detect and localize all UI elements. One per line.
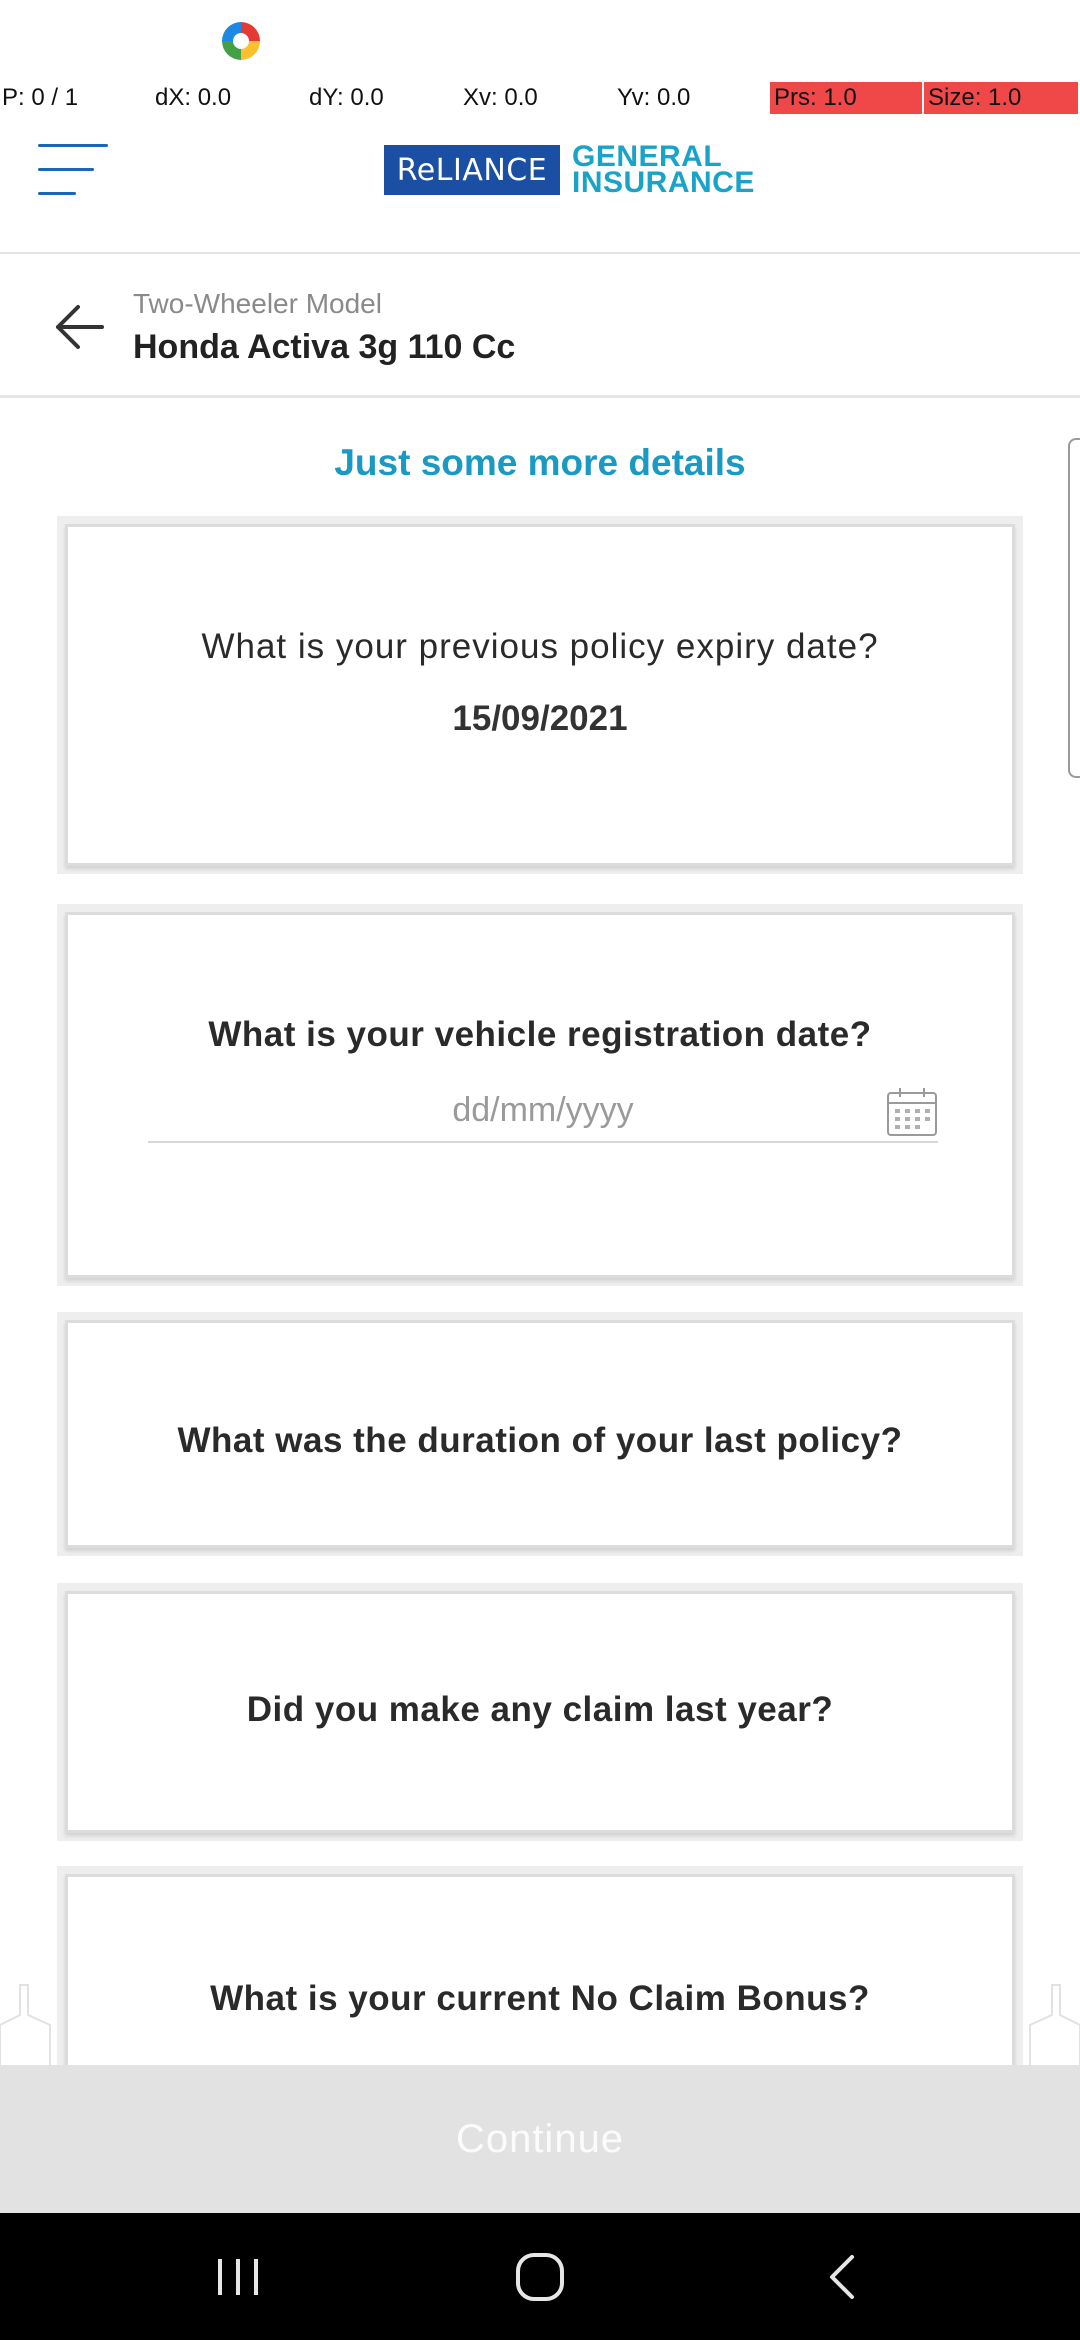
- debug-pointer: P: 0 / 1: [2, 84, 79, 111]
- reliance-logo: ReLIANCE GENERAL INSURANCE: [384, 142, 755, 198]
- logo-brand: ReLIANCE: [384, 145, 560, 195]
- recents-icon[interactable]: [138, 2213, 338, 2340]
- registration-date-input[interactable]: [148, 1081, 938, 1139]
- app-notification-icon: [222, 22, 260, 60]
- app-header: ReLIANCE GENERAL INSURANCE: [0, 120, 1080, 254]
- arrow-left-icon[interactable]: [52, 300, 106, 354]
- question-card-previous-policy-expiry[interactable]: What is your previous policy expiry date…: [57, 516, 1023, 874]
- debug-size: Size: 1.0: [924, 82, 1078, 114]
- debug-xv: Xv: 0.0: [463, 84, 538, 111]
- question-card-no-claim-bonus[interactable]: What is your current No Claim Bonus?: [57, 1866, 1023, 2065]
- calendar-icon[interactable]: [886, 1087, 938, 1137]
- hamburger-icon[interactable]: [38, 142, 110, 198]
- vehicle-model-bar: Two-Wheeler Model Honda Activa 3g 110 Cc: [0, 256, 1080, 398]
- question-text: What is your previous policy expiry date…: [201, 627, 879, 666]
- debug-dy: dY: 0.0: [309, 84, 384, 111]
- section-heading: Just some more details: [334, 442, 746, 483]
- debug-pressure: Prs: 1.0: [770, 82, 922, 114]
- question-card-claim-last-year[interactable]: Did you make any claim last year?: [57, 1583, 1023, 1841]
- question-card-last-policy-duration[interactable]: What was the duration of your last polic…: [57, 1312, 1023, 1556]
- expiry-date-value[interactable]: 15/09/2021: [68, 699, 1012, 739]
- vehicle-model-value: Honda Activa 3g 110 Cc: [133, 328, 516, 366]
- details-form[interactable]: Just some more details What is your prev…: [0, 400, 1080, 2065]
- question-text: What is your vehicle registration date?: [208, 1015, 872, 1054]
- scrollbar[interactable]: [1068, 438, 1080, 778]
- status-bar: [0, 0, 1080, 78]
- question-text: What is your current No Claim Bonus?: [210, 1979, 870, 2018]
- question-card-registration-date: What is your vehicle registration date?: [57, 904, 1023, 1286]
- question-text: Did you make any claim last year?: [246, 1690, 834, 1729]
- question-text: What was the duration of your last polic…: [177, 1421, 903, 1460]
- debug-yv: Yv: 0.0: [617, 84, 691, 111]
- background-illustration: [1029, 1984, 1080, 2065]
- vehicle-model-label: Two-Wheeler Model: [133, 288, 382, 319]
- continue-button[interactable]: Continue: [0, 2065, 1080, 2213]
- pointer-debug-bar: P: 0 / 1 dX: 0.0 dY: 0.0 Xv: 0.0 Yv: 0.0…: [0, 78, 1080, 120]
- logo-tagline: GENERAL INSURANCE: [572, 142, 755, 199]
- chevron-left-icon[interactable]: [742, 2213, 942, 2340]
- home-icon[interactable]: [440, 2213, 640, 2340]
- registration-date-field[interactable]: [148, 1081, 938, 1143]
- debug-dx: dX: 0.0: [155, 84, 232, 111]
- background-illustration: [0, 1984, 51, 2065]
- system-navigation-bar: [0, 2213, 1080, 2340]
- logo-line-2: INSURANCE: [572, 166, 755, 199]
